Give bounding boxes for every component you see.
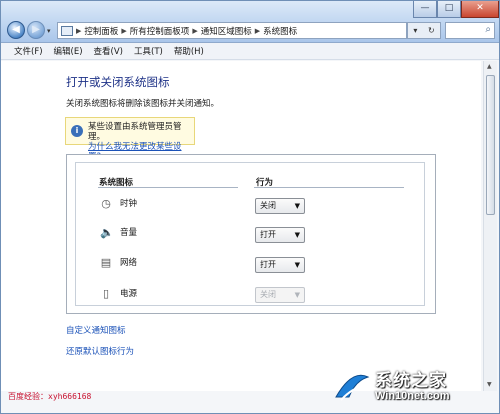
menu-bar: 文件(F) 编辑(E) 查看(V) 工具(T) 帮助(H) bbox=[1, 43, 499, 60]
breadcrumb-separator-icon: ▶ bbox=[76, 26, 82, 35]
row-label-clock: 时钟 bbox=[120, 199, 138, 209]
scrollbar-thumb[interactable] bbox=[486, 75, 495, 215]
breadcrumb-separator-icon: ▶ bbox=[192, 26, 198, 35]
search-input[interactable]: ⌕ bbox=[445, 22, 495, 39]
info-icon: i bbox=[71, 125, 83, 137]
site-brand: 系统之家 Win10net.com bbox=[333, 363, 497, 411]
dropdown-arrow-icon: ▼ bbox=[294, 291, 300, 299]
brand-logo-icon bbox=[335, 374, 370, 401]
clock-icon: ◷ bbox=[101, 197, 111, 210]
volume-icon: 🔈 bbox=[100, 226, 114, 239]
menu-edit[interactable]: 编辑(E) bbox=[54, 45, 83, 57]
page-title: 打开或关闭系统图标 bbox=[66, 75, 170, 89]
system-icons-list: 系统图标 行为 ◷ 时钟 关闭 ▼ 🔈 音量 打开 ▼ ▤ 网络 打开 ▼ ▯ … bbox=[75, 162, 425, 306]
menu-view[interactable]: 查看(V) bbox=[94, 45, 123, 57]
breadcrumb-all-items[interactable]: 所有控制面板项 bbox=[130, 25, 190, 37]
menu-file[interactable]: 文件(F) bbox=[14, 45, 43, 57]
breadcrumb-system-icons[interactable]: 系统图标 bbox=[263, 25, 297, 37]
breadcrumb-control-panel[interactable]: 控制面板 bbox=[84, 25, 118, 37]
power-icon: ▯ bbox=[102, 287, 110, 300]
column-divider bbox=[254, 187, 404, 188]
address-bar[interactable]: ▶ 控制面板 ▶ 所有控制面板项 ▶ 通知区域图标 ▶ 系统图标 bbox=[57, 22, 407, 39]
address-actions: ▾ ↻ bbox=[407, 22, 441, 39]
close-button[interactable]: ✕ bbox=[461, 1, 499, 18]
scroll-up-icon[interactable]: ▲ bbox=[487, 63, 492, 70]
dropdown-arrow-icon: ▼ bbox=[294, 231, 300, 239]
column-divider bbox=[98, 187, 238, 188]
dropdown-arrow-icon: ▼ bbox=[294, 261, 300, 269]
admin-notice: i 某些设置由系统管理员管理。 为什么我无法更改某些设置? bbox=[65, 117, 195, 162]
recent-pages-chevron-icon[interactable]: ▾ bbox=[47, 27, 51, 35]
menu-help[interactable]: 帮助(H) bbox=[174, 45, 204, 57]
watermark-text: 百度经验：xyh666168 bbox=[8, 392, 92, 401]
behavior-select-network[interactable]: 打开 ▼ bbox=[255, 257, 305, 273]
notice-text: 某些设置由系统管理员管理。 bbox=[88, 122, 182, 142]
row-label-power: 电源 bbox=[120, 289, 138, 299]
behavior-value: 打开 bbox=[260, 230, 276, 239]
title-bar: ◀ ▶ ▾ ▶ 控制面板 ▶ 所有控制面板项 ▶ 通知区域图标 ▶ 系统图标 ▾… bbox=[1, 1, 499, 43]
minimize-button[interactable]: — bbox=[413, 1, 437, 18]
restore-default-behavior-link[interactable]: 还原默认图标行为 bbox=[66, 345, 134, 357]
behavior-value: 打开 bbox=[260, 260, 276, 269]
forward-button[interactable]: ▶ bbox=[27, 21, 45, 39]
breadcrumb-separator-icon: ▶ bbox=[254, 26, 261, 35]
dropdown-arrow-icon: ▼ bbox=[294, 202, 300, 210]
breadcrumb-separator-icon: ▶ bbox=[121, 26, 127, 35]
brand-name: 系统之家 bbox=[375, 371, 447, 391]
back-button[interactable]: ◀ bbox=[7, 21, 25, 39]
vertical-scrollbar[interactable]: ▲ ▼ bbox=[483, 61, 497, 391]
customize-notification-icons-link[interactable]: 自定义通知图标 bbox=[66, 324, 126, 336]
maximize-button[interactable]: □ bbox=[437, 1, 461, 18]
behavior-value: 关闭 bbox=[260, 201, 276, 210]
refresh-icon[interactable]: ↻ bbox=[428, 26, 435, 35]
menu-tools[interactable]: 工具(T) bbox=[134, 45, 163, 57]
page-subtitle: 关闭系统图标将删除该图标并关闭通知。 bbox=[66, 99, 220, 109]
behavior-select-clock[interactable]: 关闭 ▼ bbox=[255, 198, 305, 214]
address-dropdown-icon[interactable]: ▾ bbox=[413, 26, 417, 35]
brand-url: Win10net.com bbox=[375, 390, 450, 402]
breadcrumb-notification-icons[interactable]: 通知区域图标 bbox=[201, 25, 252, 37]
network-icon: ▤ bbox=[100, 256, 112, 269]
system-icons-panel: 系统图标 行为 ◷ 时钟 关闭 ▼ 🔈 音量 打开 ▼ ▤ 网络 打开 ▼ ▯ … bbox=[66, 154, 436, 314]
search-icon: ⌕ bbox=[485, 24, 491, 35]
window-controls: — □ ✕ bbox=[413, 1, 499, 18]
behavior-select-volume[interactable]: 打开 ▼ bbox=[255, 227, 305, 243]
behavior-select-power: 关闭 ▼ bbox=[255, 287, 305, 303]
row-label-volume: 音量 bbox=[120, 228, 138, 238]
control-panel-window: ◀ ▶ ▾ ▶ 控制面板 ▶ 所有控制面板项 ▶ 通知区域图标 ▶ 系统图标 ▾… bbox=[0, 0, 500, 414]
behavior-value: 关闭 bbox=[260, 290, 276, 299]
row-label-network: 网络 bbox=[120, 258, 138, 268]
control-panel-icon bbox=[61, 25, 73, 36]
